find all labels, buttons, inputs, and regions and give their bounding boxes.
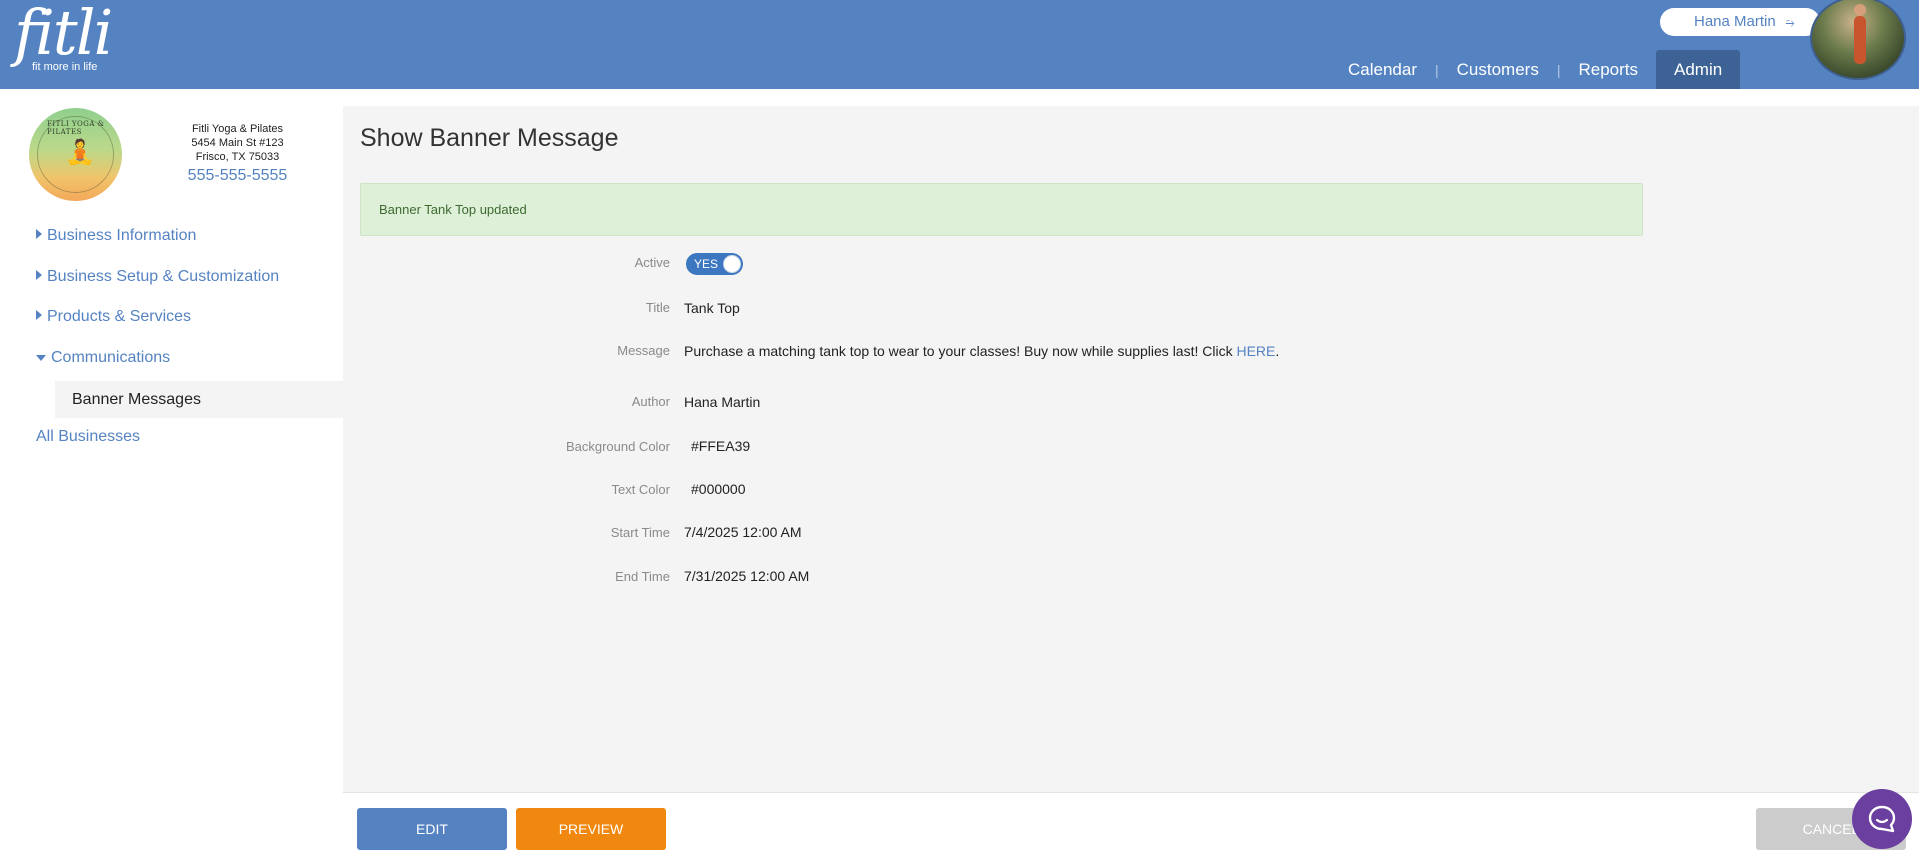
avatar-figure — [1854, 16, 1866, 64]
nav-customers[interactable]: Customers — [1439, 50, 1557, 89]
sidebar-item-all-businesses[interactable]: All Businesses — [36, 428, 140, 446]
nav-reports[interactable]: Reports — [1560, 50, 1656, 89]
end-time-label: End Time — [615, 569, 670, 584]
edit-button[interactable]: EDIT — [357, 808, 507, 850]
sidebar-subitem-banner-messages[interactable]: Banner Messages — [55, 381, 343, 418]
background-color-label: Background Color — [565, 439, 670, 454]
address-line-2: Frisco, TX 75033 — [195, 151, 280, 163]
message-end: . — [1275, 343, 1280, 359]
sidebar-item-label: Communications — [51, 349, 171, 366]
success-alert: Banner Tank Top updated — [360, 183, 1643, 236]
sidebar-item-business-setup[interactable]: Business Setup & Customization — [36, 268, 279, 286]
message-text: Purchase a matching tank top to wear to … — [684, 343, 1237, 359]
meditator-icon: 🧘 — [65, 139, 95, 166]
caret-right-icon — [36, 229, 42, 239]
logo-word: fitli — [14, 0, 113, 69]
business-phone[interactable]: 555-555-5555 — [165, 167, 310, 185]
title-label: Title — [645, 300, 670, 315]
logo-text: FITLI YOGA & PILATES — [47, 120, 105, 136]
main-nav: Calendar | Customers | Reports Admin — [1330, 50, 1741, 89]
nav-calendar[interactable]: Calendar — [1330, 50, 1435, 89]
business-logo: FITLI YOGA & PILATES 🧘 — [29, 108, 122, 201]
logo-tagline: fit more in life — [32, 61, 98, 73]
fitli-logo[interactable]: fitli fit more in life — [14, 0, 113, 74]
sidebar-item-business-information[interactable]: Business Information — [36, 227, 196, 245]
message-value: Purchase a matching tank top to wear to … — [684, 343, 1279, 359]
background-color-value: #FFEA39 — [691, 438, 751, 454]
chat-bubble-icon — [1868, 805, 1896, 833]
business-address: Fitli Yoga & Pilates 5454 Main St #123 F… — [165, 122, 310, 164]
caret-right-icon — [36, 270, 42, 280]
chat-launcher-button[interactable] — [1852, 789, 1912, 849]
preview-button[interactable]: PREVIEW — [516, 808, 666, 850]
user-avatar[interactable] — [1810, 0, 1906, 80]
sidebar-item-label: Products & Services — [47, 308, 192, 325]
business-name: Fitli Yoga & Pilates — [191, 123, 284, 135]
sidebar-item-communications[interactable]: Communications — [36, 349, 170, 367]
sidebar-item-products-services[interactable]: Products & Services — [36, 308, 191, 326]
sidebar — [0, 89, 343, 863]
start-time-label: Start Time — [610, 525, 670, 540]
title-value: Tank Top — [684, 300, 740, 316]
message-label: Message — [617, 343, 670, 358]
start-time-value: 7/4/2025 12:00 AM — [684, 524, 802, 540]
caret-down-icon — [36, 355, 46, 361]
text-color-label: Text Color — [611, 482, 670, 497]
sidebar-item-label: Business Setup & Customization — [47, 268, 280, 285]
end-time-value: 7/31/2025 12:00 AM — [684, 568, 810, 584]
author-value: Hana Martin — [684, 394, 761, 410]
text-color-value: #000000 — [691, 481, 746, 497]
toggle-text: YES — [694, 257, 719, 271]
caret-right-icon — [36, 310, 42, 320]
address-line-1: 5454 Main St #123 — [191, 137, 284, 149]
nav-admin[interactable]: Admin — [1656, 50, 1741, 89]
user-name: Hana Martin — [1694, 13, 1776, 30]
message-link[interactable]: HERE — [1236, 343, 1275, 359]
chevron-down-icon: ⭇ — [1785, 17, 1795, 29]
active-label: Active — [634, 255, 670, 270]
page-title: Show Banner Message — [360, 124, 619, 152]
top-header: fitli fit more in life Hana Martin ⭇ Cale… — [0, 0, 1919, 89]
active-toggle[interactable]: YES — [686, 253, 743, 275]
avatar-head — [1854, 4, 1866, 16]
toggle-knob — [723, 255, 741, 273]
user-menu-button[interactable]: Hana Martin ⭇ — [1660, 8, 1820, 36]
sidebar-item-label: Business Information — [47, 227, 197, 244]
author-label: Author — [631, 394, 670, 409]
